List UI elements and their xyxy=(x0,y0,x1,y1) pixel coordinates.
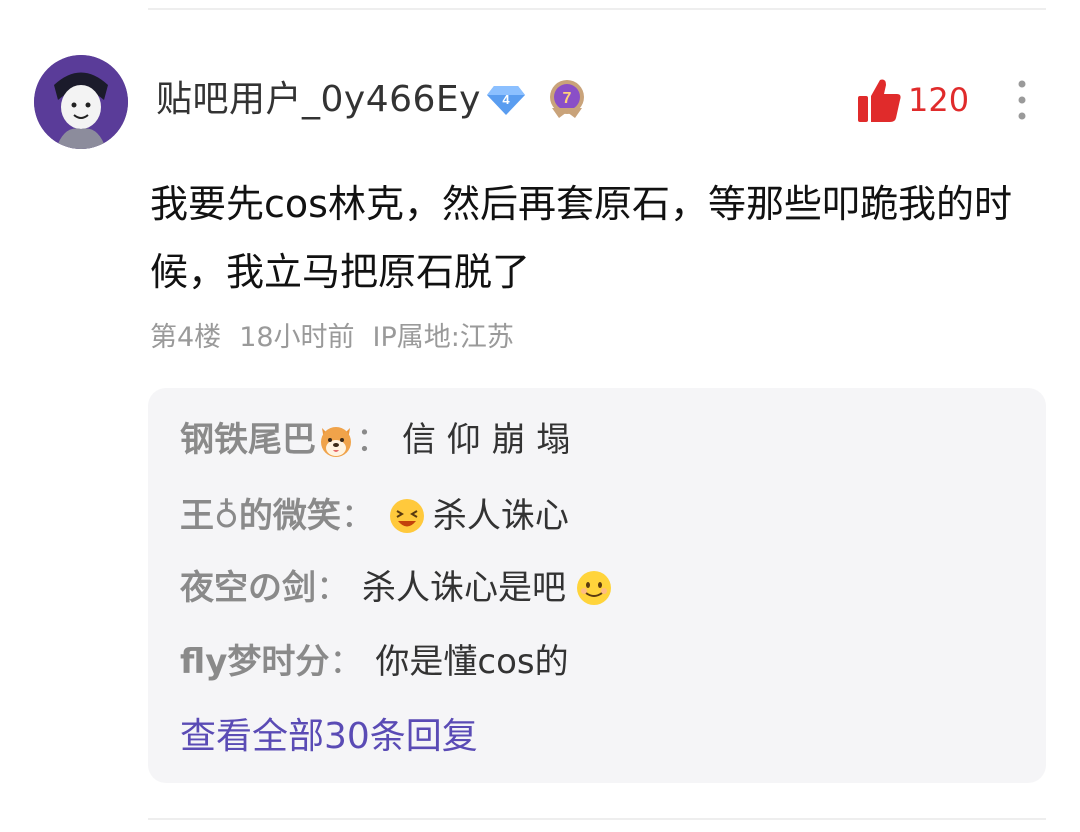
reply-colon: ： xyxy=(340,496,375,536)
like-button[interactable]: 120 xyxy=(856,74,969,126)
bottom-divider xyxy=(148,818,1046,820)
reply-user[interactable]: 王♁的微笑 xyxy=(180,490,341,542)
more-vertical-icon[interactable] xyxy=(1008,78,1036,122)
reply-user[interactable]: fly梦时分 xyxy=(180,636,329,688)
reply-preview-box[interactable]: 钢铁尾巴 ： 信 仰 崩 塌 王♁的微笑 ： 杀人诛心 夜空の剑 ： 杀人诛心是… xyxy=(148,388,1046,783)
reply-user[interactable]: 夜空の剑 xyxy=(180,562,316,614)
reply-text-wrap: 杀人诛心是吧 xyxy=(362,562,614,614)
diamond-badge-number: 4 xyxy=(502,92,510,107)
ip-location: IP属地:江苏 xyxy=(372,322,514,353)
shiba-dog-emoji xyxy=(321,427,351,457)
floor-number: 第4楼 xyxy=(150,322,222,353)
post-time: 18小时前 xyxy=(239,322,355,353)
avatar[interactable] xyxy=(34,55,128,149)
reply-username: 夜空の剑 xyxy=(180,568,316,608)
reply-colon: ： xyxy=(356,420,390,460)
reply-user[interactable]: 钢铁尾巴 xyxy=(180,414,356,466)
post-meta: 第4楼 18小时前 IP属地:江苏 xyxy=(150,316,514,360)
reply-colon: ： xyxy=(316,568,350,608)
view-all-replies-link[interactable]: 查看全部30条回复 xyxy=(180,710,478,764)
reply-item[interactable]: 钢铁尾巴 ： 信 仰 崩 塌 xyxy=(180,414,570,466)
reply-item[interactable]: fly梦时分 ： 你是懂cos的 xyxy=(180,636,569,688)
reply-item[interactable]: 王♁的微笑 ： 杀人诛心 xyxy=(180,490,569,542)
smile-emoji xyxy=(577,571,611,605)
like-count: 120 xyxy=(908,81,970,119)
reply-text: 杀人诛心是吧 xyxy=(362,568,566,608)
username[interactable]: 贴吧用户_0y466Ey xyxy=(156,76,481,124)
avatar-image xyxy=(34,55,128,149)
comment-page: 贴吧用户_0y466Ey 4 7 120 我要先cos林克，然后再套原石，等那些… xyxy=(0,0,1080,832)
reply-username: 王♁的微笑 xyxy=(180,496,341,536)
level-badge-icon[interactable]: 7 xyxy=(546,78,588,120)
reply-text: 你是懂cos的 xyxy=(375,642,569,682)
top-divider xyxy=(148,8,1046,10)
reply-text-wrap: 杀人诛心 xyxy=(387,490,569,542)
laughing-emoji xyxy=(389,499,424,533)
reply-username: fly梦时分 xyxy=(180,642,330,682)
reply-item[interactable]: 夜空の剑 ： 杀人诛心是吧 xyxy=(180,562,614,614)
reply-text: 信 仰 崩 塌 xyxy=(402,420,571,460)
reply-colon: ： xyxy=(329,642,364,682)
post-content: 我要先cos林克，然后再套原石，等那些叩跪我的时候，我立马把原石脱了 xyxy=(150,182,1012,294)
level-badge-number: 7 xyxy=(563,90,572,107)
thumbs-up-icon xyxy=(858,79,901,122)
reply-username: 钢铁尾巴 xyxy=(180,420,316,460)
diamond-badge-icon[interactable]: 4 xyxy=(486,84,526,116)
reply-text: 杀人诛心 xyxy=(432,496,569,536)
